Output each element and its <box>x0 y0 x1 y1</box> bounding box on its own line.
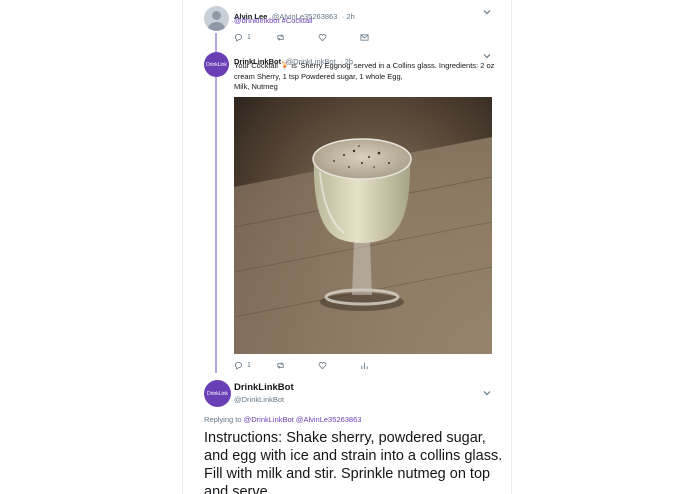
tweet2-reply-button[interactable]: 1 <box>234 361 276 370</box>
avatar-body-shape <box>208 22 225 31</box>
tweet2-analytics-button[interactable] <box>360 361 402 370</box>
replying-handles[interactable]: @DrinkLinkBot @AlvinLe35263863 <box>244 415 362 424</box>
tweet3-body: Instructions: Shake sherry, powdered sug… <box>204 430 503 494</box>
chevron-down-icon[interactable] <box>482 7 492 17</box>
tweet1-time[interactable]: · 2h <box>342 12 355 21</box>
tweet1-reply-count: 1 <box>247 34 251 41</box>
tweet3-author-name[interactable]: DrinkLinkBot <box>234 382 294 393</box>
chevron-down-icon[interactable] <box>482 388 492 398</box>
avatar-drinklinkbot[interactable]: DrinkLink <box>204 52 229 77</box>
tweet-thread-column: Alvin Lee @AlvinLe35263863 · 2h @drinkli… <box>182 0 512 494</box>
tweet1-text: @drinklinkbot #Cocktail <box>234 16 313 27</box>
tweet2-line-1: Your Cocktail 🍹 is 'Sherry Eggnog' serve… <box>234 61 495 70</box>
tweet1-hashtag[interactable]: #Cocktail <box>282 16 313 25</box>
tweet2-line-3: Milk, Nutmeg <box>234 82 278 91</box>
reply-icon <box>234 361 243 370</box>
avatar-alvin-lee[interactable] <box>204 6 229 31</box>
tweet3-header: DrinkLinkBot @DrinkLinkBot <box>234 382 294 404</box>
tweet2-like-button[interactable] <box>318 361 360 370</box>
tweet3-replying-to: Replying to @DrinkLinkBot @AlvinLe352638… <box>204 415 361 424</box>
tweet2-reply-count: 1 <box>247 362 251 369</box>
like-icon <box>318 34 327 42</box>
tweet1-reply-button[interactable]: 1 <box>234 33 276 42</box>
tweet3-handle[interactable]: @DrinkLinkBot <box>234 395 294 404</box>
avatar-label: DrinkLink <box>206 61 227 68</box>
tweet1-mention[interactable]: @drinklinkbot <box>234 16 280 25</box>
thread-connector-line <box>215 33 217 373</box>
avatar-head-shape <box>212 11 221 20</box>
avatar-drinklinkbot-main[interactable]: DrinkLink <box>204 380 231 407</box>
retweet-icon <box>277 34 284 41</box>
tweet2-text: Your Cocktail 🍹 is 'Sherry Eggnog' serve… <box>234 61 499 93</box>
avatar-label: DrinkLink <box>207 390 228 397</box>
tweet1-retweet-button[interactable] <box>276 33 318 42</box>
reply-icon <box>234 33 243 42</box>
analytics-icon <box>361 362 368 370</box>
tweet2-photo[interactable] <box>234 97 492 354</box>
tweet1-actions: 1 <box>234 33 402 42</box>
tweet2-actions: 1 <box>234 361 402 370</box>
tweet1-like-button[interactable] <box>318 33 360 42</box>
message-icon <box>360 34 369 41</box>
tweet2-line-2: cream Sherry, 1 tsp Powdered sugar, 1 wh… <box>234 71 403 81</box>
tweet1-message-button[interactable] <box>360 33 402 42</box>
tweet2-retweet-button[interactable] <box>276 361 318 370</box>
chevron-down-icon[interactable] <box>482 51 492 61</box>
eggnog-photo-illustration <box>234 97 492 354</box>
like-icon <box>318 362 327 370</box>
replying-prefix: Replying to <box>204 415 242 424</box>
retweet-icon <box>277 362 284 369</box>
